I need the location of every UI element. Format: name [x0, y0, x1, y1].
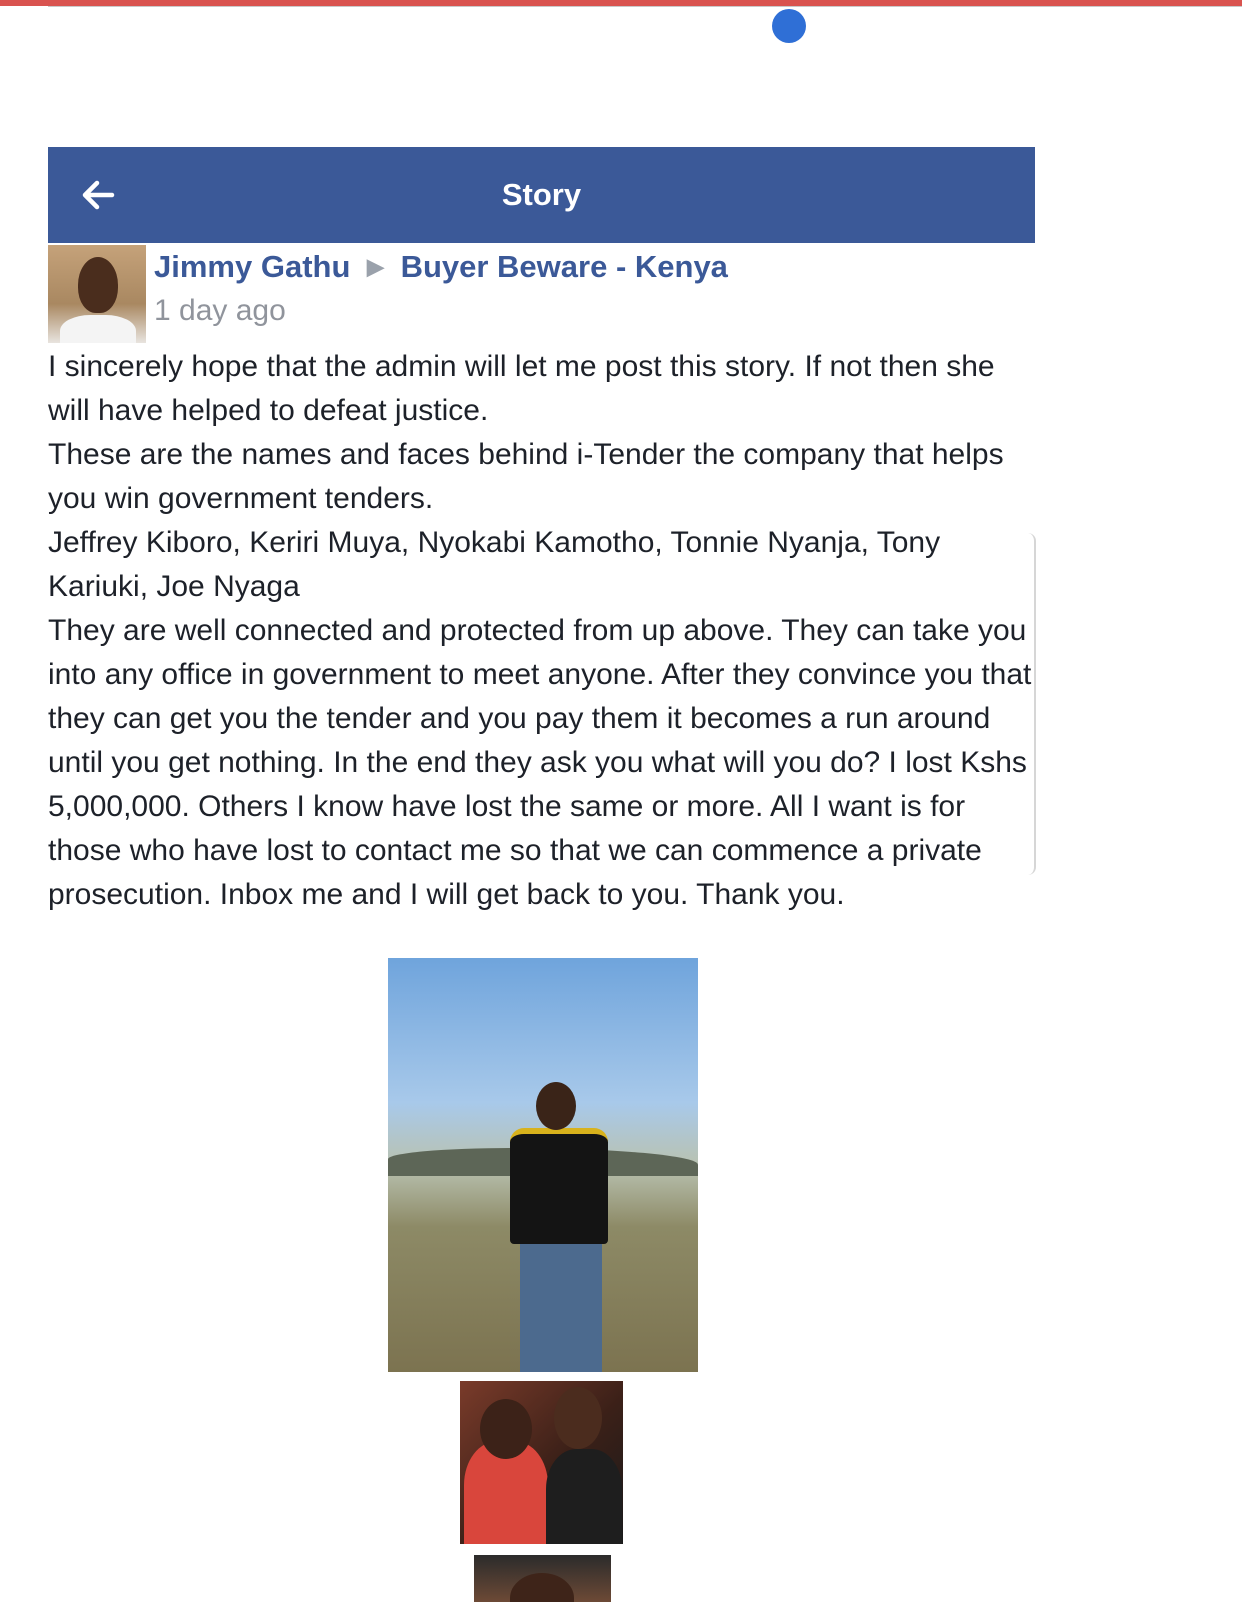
post-photo[interactable] — [460, 1381, 623, 1544]
page-title: Story — [501, 177, 582, 212]
post-photo[interactable] — [388, 958, 698, 1372]
post-photo[interactable] — [474, 1555, 611, 1602]
post-paragraph: They are well connected and protected fr… — [48, 614, 1032, 911]
author-name[interactable]: Jimmy Gathu — [154, 249, 350, 284]
post-paragraph: I sincerely hope that the admin will let… — [48, 350, 995, 427]
post-paragraph: These are the names and faces behind i-T… — [48, 438, 1004, 515]
triangle-right-icon: ▶ — [367, 254, 384, 279]
author-line: Jimmy Gathu ▶ Buyer Beware - Kenya — [154, 247, 728, 287]
post-paragraph: Jeffrey Kiboro, Keriri Muya, Nyokabi Kam… — [48, 526, 941, 603]
group-name[interactable]: Buyer Beware - Kenya — [401, 249, 728, 284]
post-body: I sincerely hope that the admin will let… — [48, 345, 1035, 917]
post-header: Jimmy Gathu ▶ Buyer Beware - Kenya 1 day… — [48, 243, 1035, 343]
scroll-indicator[interactable] — [772, 9, 806, 43]
avatar[interactable] — [48, 245, 146, 343]
side-scroll-handle[interactable] — [1022, 533, 1036, 875]
app-bar: Story — [48, 147, 1035, 243]
post-timestamp[interactable]: 1 day ago — [154, 291, 286, 331]
divider — [48, 6, 1242, 7]
